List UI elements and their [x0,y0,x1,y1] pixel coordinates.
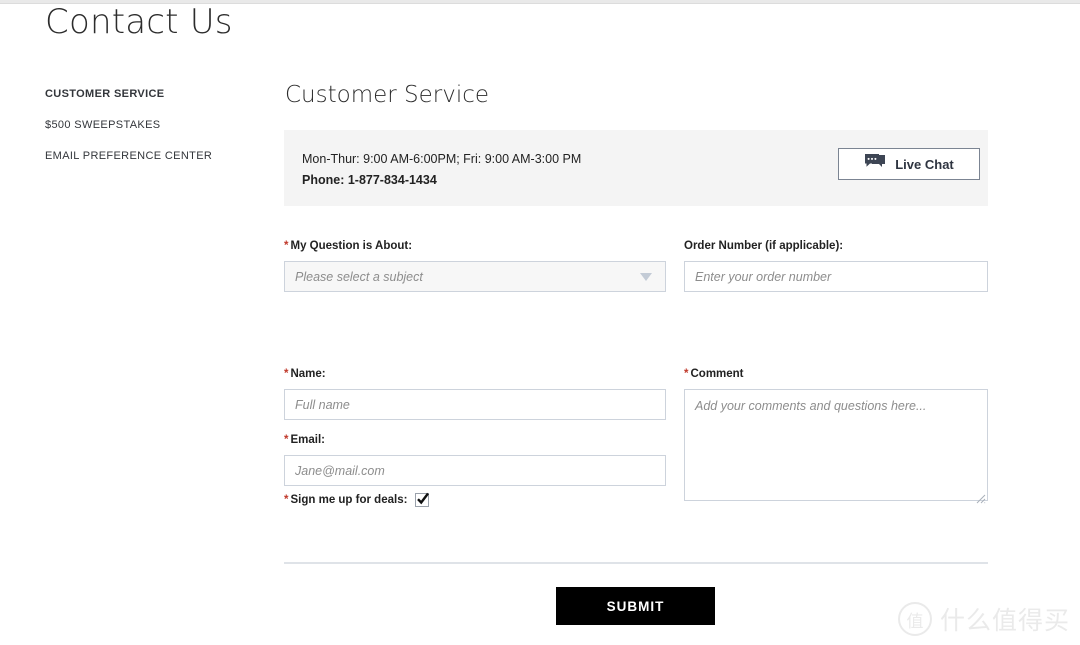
submit-button[interactable]: SUBMIT [556,587,715,625]
checkmark-icon [417,492,430,505]
email-label: * Email: [284,434,666,446]
order-number-input[interactable] [684,261,988,292]
deals-optin-checkbox[interactable] [415,492,430,507]
chat-bubble-icon [864,153,886,175]
comment-textarea-wrapper [684,389,988,506]
subject-label-text: My Question is About: [290,240,413,252]
watermark-text: 什么值得买 [939,606,1070,635]
comment-label: * Comment [684,368,988,380]
required-asterisk: * [284,368,289,380]
required-asterisk: * [284,494,289,506]
watermark-logo-icon: 值 [897,602,932,636]
comment-textarea[interactable] [684,389,988,501]
required-asterisk: * [284,240,289,252]
phone-number-text: Phone: 1-877-834-1434 [302,173,437,187]
left-column-spacer [284,292,666,368]
page-title: Contact Us [45,2,233,42]
sidebar-item-email-preference-center[interactable]: EMAIL PREFERENCE CENTER [45,150,260,162]
main-content: Customer Service Mon-Thur: 9:00 AM-6:00P… [284,82,988,550]
live-chat-label: Live Chat [895,156,954,172]
order-number-label: Order Number (if applicable): [684,240,988,252]
watermark: 值 什么值得买 [897,601,1070,637]
form-divider [284,562,988,564]
service-hours-text: Mon-Thur: 9:00 AM-6:00PM; Fri: 9:00 AM-3… [302,152,582,166]
customer-service-info-bar: Mon-Thur: 9:00 AM-6:00PM; Fri: 9:00 AM-3… [284,130,988,206]
form-column-left: *My Question is About: *Name: *Email: *S… [284,240,666,507]
sidebar-item-sweepstakes[interactable]: $500 SWEEPSTAKES [45,119,260,131]
order-number-label-text: Order Number (if applicable): [684,240,844,252]
form-column-right: Order Number (if applicable): *Comment [684,240,988,506]
subject-select[interactable] [284,261,666,292]
email-input[interactable] [284,455,666,486]
sidebar-item-customer-service[interactable]: CUSTOMER SERVICE [45,88,260,100]
sidebar-item-label: CUSTOMER SERVICE [45,88,165,100]
live-chat-button[interactable]: Live Chat [838,148,980,180]
contact-form: *My Question is About: *Name: *Email: *S… [284,240,988,550]
subject-label: * My Question is About: [284,240,666,252]
name-input[interactable] [284,389,666,420]
email-label-text: Email: [290,434,325,446]
required-asterisk: * [284,434,289,446]
name-label: * Name: [284,368,666,380]
contact-details: Mon-Thur: 9:00 AM-6:00PM; Fri: 9:00 AM-3… [302,149,581,191]
sidebar-item-label: EMAIL PREFERENCE CENTER [45,150,213,162]
right-column-spacer [684,292,988,368]
section-title: Customer Service [285,82,490,108]
name-email-spacer [284,420,666,434]
sidebar-nav: CUSTOMER SERVICE $500 SWEEPSTAKES EMAIL … [45,88,260,181]
name-label-text: Name: [290,368,326,380]
subject-select-wrapper [284,261,666,292]
deals-optin-label-text: Sign me up for deals: [290,494,408,506]
deals-optin-label: * Sign me up for deals: [284,494,407,506]
deals-optin-row: * Sign me up for deals: [284,492,430,507]
required-asterisk: * [684,368,689,380]
sidebar-item-label: $500 SWEEPSTAKES [45,119,161,131]
comment-label-text: Comment [690,368,744,380]
